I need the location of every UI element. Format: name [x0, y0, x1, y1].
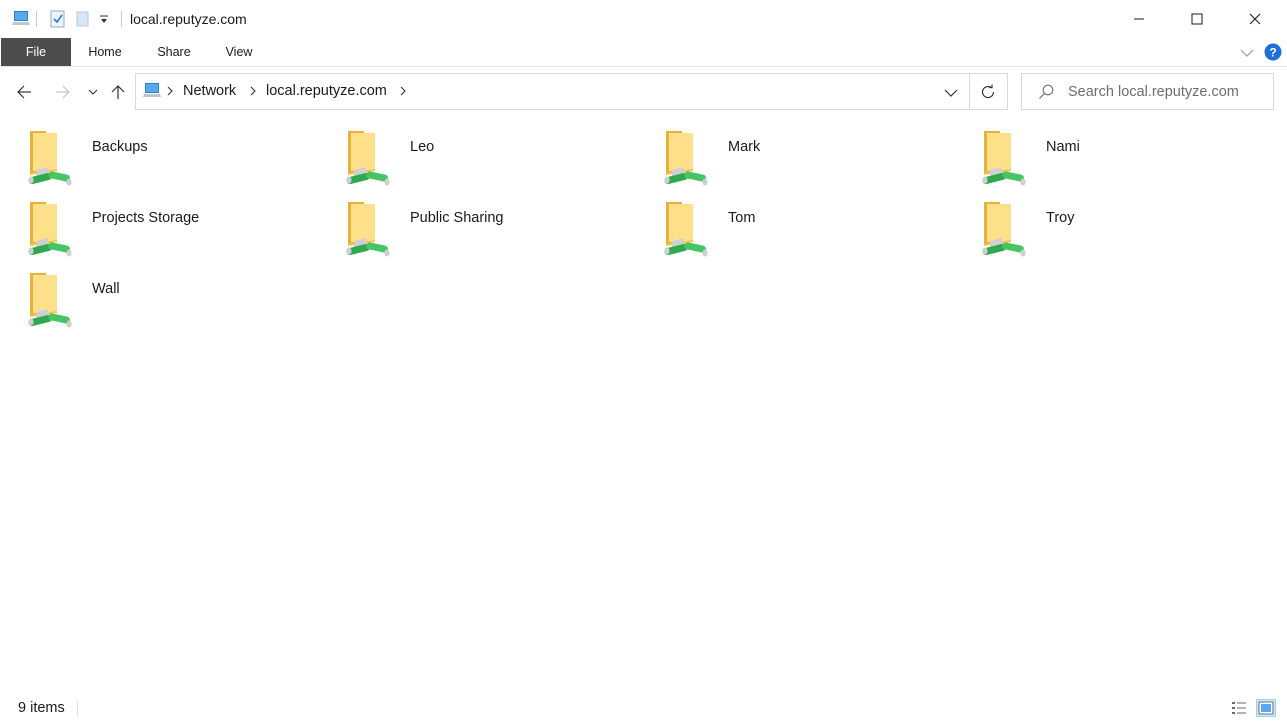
address-history-dropdown-icon[interactable] [944, 87, 958, 101]
title-bar: local.reputyze.com [0, 0, 1287, 38]
folder-item[interactable]: Troy [956, 188, 1256, 257]
details-view-button[interactable] [1229, 699, 1249, 717]
folder-label: Troy [1046, 210, 1075, 226]
folder-label: Leo [410, 139, 435, 155]
shared-folder-icon [342, 200, 392, 258]
separator [121, 11, 122, 27]
folder-item[interactable]: Wall [2, 259, 302, 328]
search-icon [1038, 84, 1054, 103]
folder-item[interactable]: Projects Storage [2, 188, 302, 257]
expand-ribbon-icon[interactable] [1240, 47, 1254, 61]
shared-folder-icon [660, 200, 710, 258]
svg-text:?: ? [1269, 46, 1276, 60]
breadcrumb-host[interactable]: local.reputyze.com [266, 83, 387, 99]
back-button[interactable] [12, 80, 36, 104]
large-icons-view-button[interactable] [1256, 699, 1276, 717]
close-button[interactable] [1226, 0, 1284, 38]
folder-label: Tom [728, 210, 756, 226]
address-bar[interactable]: Network local.reputyze.com [135, 73, 970, 110]
folder-item[interactable]: Tom [638, 188, 938, 257]
tab-share[interactable]: Share [148, 38, 200, 66]
large-icons-view-icon [1258, 701, 1274, 715]
shared-folder-icon [978, 129, 1028, 187]
folder-item[interactable]: Mark [638, 117, 938, 186]
navigation-bar: Network local.reputyze.com [0, 67, 1287, 117]
search-box[interactable] [1021, 73, 1274, 110]
folder-label: Projects Storage [92, 210, 200, 226]
new-folder-icon[interactable] [75, 10, 91, 31]
file-list: Backups Leo Mark Nami Projects Storage P… [0, 117, 1287, 692]
folder-label: Nami [1046, 139, 1080, 155]
folder-label: Public Sharing [410, 210, 504, 226]
folder-label: Mark [728, 139, 761, 155]
folder-item[interactable]: Nami [956, 117, 1256, 186]
folder-label: Backups [92, 139, 148, 155]
help-icon[interactable]: ? [1264, 43, 1282, 64]
details-view-icon [1232, 702, 1246, 714]
search-input[interactable] [1068, 82, 1268, 102]
customize-dropdown-icon[interactable] [99, 14, 109, 28]
item-count: 9 items [18, 700, 65, 716]
recent-locations-button[interactable] [81, 80, 105, 104]
shared-folder-icon [24, 129, 74, 187]
ribbon: File Home Share View ? [0, 38, 1287, 67]
maximize-button[interactable] [1168, 0, 1226, 38]
shared-folder-icon [978, 200, 1028, 258]
separator [36, 11, 37, 27]
breadcrumb-network[interactable]: Network [183, 83, 236, 99]
properties-icon[interactable] [49, 10, 67, 31]
window-title: local.reputyze.com [130, 11, 247, 27]
chevron-right-icon[interactable] [166, 85, 174, 100]
folder-label: Wall [92, 281, 120, 297]
refresh-icon [981, 84, 995, 98]
chevron-right-icon[interactable] [249, 85, 257, 100]
tab-home[interactable]: Home [78, 38, 132, 66]
folder-item[interactable]: Public Sharing [320, 188, 620, 257]
shared-folder-icon [660, 129, 710, 187]
shared-folder-icon [342, 129, 392, 187]
status-bar: 9 items [0, 692, 1287, 724]
minimize-button[interactable] [1110, 0, 1168, 38]
up-button[interactable] [106, 80, 130, 104]
folder-item[interactable]: Backups [2, 117, 302, 186]
network-icon [142, 82, 162, 103]
tab-view[interactable]: View [216, 38, 262, 66]
shared-folder-icon [24, 200, 74, 258]
folder-item[interactable]: Leo [320, 117, 620, 186]
refresh-button[interactable] [969, 73, 1008, 110]
shared-folder-icon [24, 271, 74, 329]
separator [77, 701, 78, 717]
computer-icon[interactable] [11, 10, 31, 31]
forward-button[interactable] [51, 80, 75, 104]
chevron-right-icon[interactable] [399, 85, 407, 100]
tab-file[interactable]: File [1, 38, 71, 66]
